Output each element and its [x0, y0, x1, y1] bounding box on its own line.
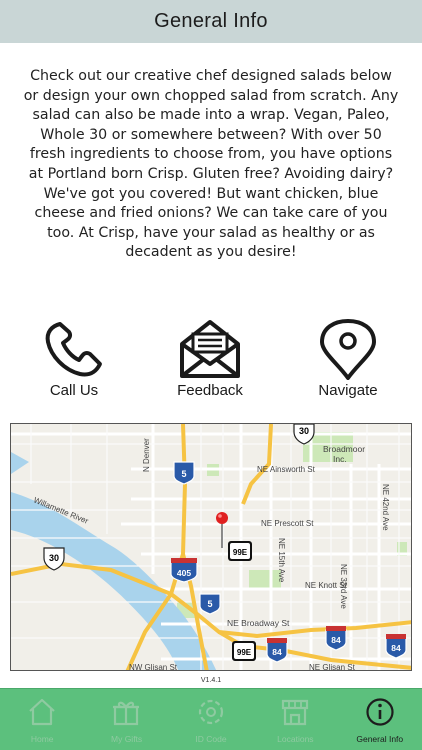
shield-label: 99E — [233, 548, 248, 557]
map-label: NE 33rd Ave — [339, 564, 348, 609]
tab-id-code[interactable]: ID Code — [169, 689, 253, 750]
shield-label: 5 — [181, 469, 186, 479]
shield-label: 5 — [207, 599, 212, 609]
map-water — [11, 452, 29, 474]
map-label: Inc. — [333, 454, 347, 464]
interstate-5-shield-icon: 5 — [199, 593, 221, 615]
map-park — [249, 570, 281, 590]
oregon-99e-shield-icon: 99E — [232, 641, 256, 661]
store-icon — [282, 699, 309, 726]
navigate-button[interactable]: Navigate — [293, 318, 403, 408]
shield-label: 30 — [299, 426, 309, 436]
interstate-405-shield-icon: 405 — [170, 558, 198, 583]
navigate-label: Navigate — [318, 382, 378, 399]
tab-label: ID Code — [195, 734, 227, 744]
map-label: Broadmoor — [323, 444, 365, 454]
shield-label: 30 — [49, 553, 59, 563]
location-pin-icon — [320, 319, 376, 380]
tab-general-info[interactable]: General Info — [338, 689, 422, 750]
contact-actions: Call Us Feedback Navigate — [0, 318, 422, 408]
shield-label: 84 — [331, 635, 341, 645]
tab-label: Home — [30, 734, 54, 744]
call-us-button[interactable]: Call Us — [19, 318, 129, 408]
page-title: General Info — [154, 10, 268, 32]
description-text: Check out our creative chef designed sal… — [23, 68, 399, 261]
map-label: NE 42nd Ave — [381, 484, 390, 531]
feedback-label: Feedback — [177, 382, 243, 399]
shield-label: 84 — [272, 647, 282, 657]
tab-label: My Gifts — [111, 734, 143, 744]
interstate-84-shield-icon: 84 — [385, 634, 407, 659]
tab-my-gifts[interactable]: My Gifts — [84, 689, 168, 750]
map-label: NE 15th Ave — [277, 538, 286, 583]
call-us-label: Call Us — [49, 382, 99, 399]
map-label: N Denver — [142, 438, 151, 472]
shield-label: 405 — [177, 568, 191, 578]
location-map[interactable]: N Denver NE Ainsworth St Broadmoor Inc. … — [10, 423, 412, 671]
map-label: NW Glisan St — [129, 663, 178, 671]
envelope-icon — [180, 320, 240, 378]
home-icon — [29, 698, 55, 726]
gift-icon — [113, 701, 140, 726]
feedback-button[interactable]: Feedback — [155, 318, 265, 408]
interstate-5-shield-icon: 5 — [173, 461, 195, 485]
tab-label: General Info — [356, 734, 404, 744]
tab-home[interactable]: Home — [0, 689, 84, 750]
header-bar: General Info — [0, 0, 422, 43]
map-label: NE Glisan St — [309, 663, 356, 671]
tab-locations[interactable]: Locations — [253, 689, 337, 750]
info-icon — [365, 698, 394, 726]
interstate-84-shield-icon: 84 — [266, 638, 288, 663]
version-label: V1.4.1 — [200, 677, 222, 684]
tab-label: Locations — [277, 734, 314, 744]
interstate-84-shield-icon: 84 — [325, 626, 347, 651]
id-code-icon — [198, 699, 223, 725]
map-label: NE Prescott St — [261, 519, 314, 528]
map-pin-icon[interactable] — [216, 512, 228, 548]
map-label: NE Broadway St — [227, 618, 290, 628]
tab-bar: Home My Gifts ID Code Locations General … — [0, 688, 422, 750]
shield-label: 84 — [391, 643, 401, 653]
shield-label: 99E — [237, 648, 252, 657]
oregon-99e-shield-icon: 99E — [228, 541, 252, 561]
map-canvas: N Denver NE Ainsworth St Broadmoor Inc. … — [11, 424, 411, 671]
map-label: NE Ainsworth St — [257, 465, 316, 474]
phone-icon — [45, 322, 102, 377]
